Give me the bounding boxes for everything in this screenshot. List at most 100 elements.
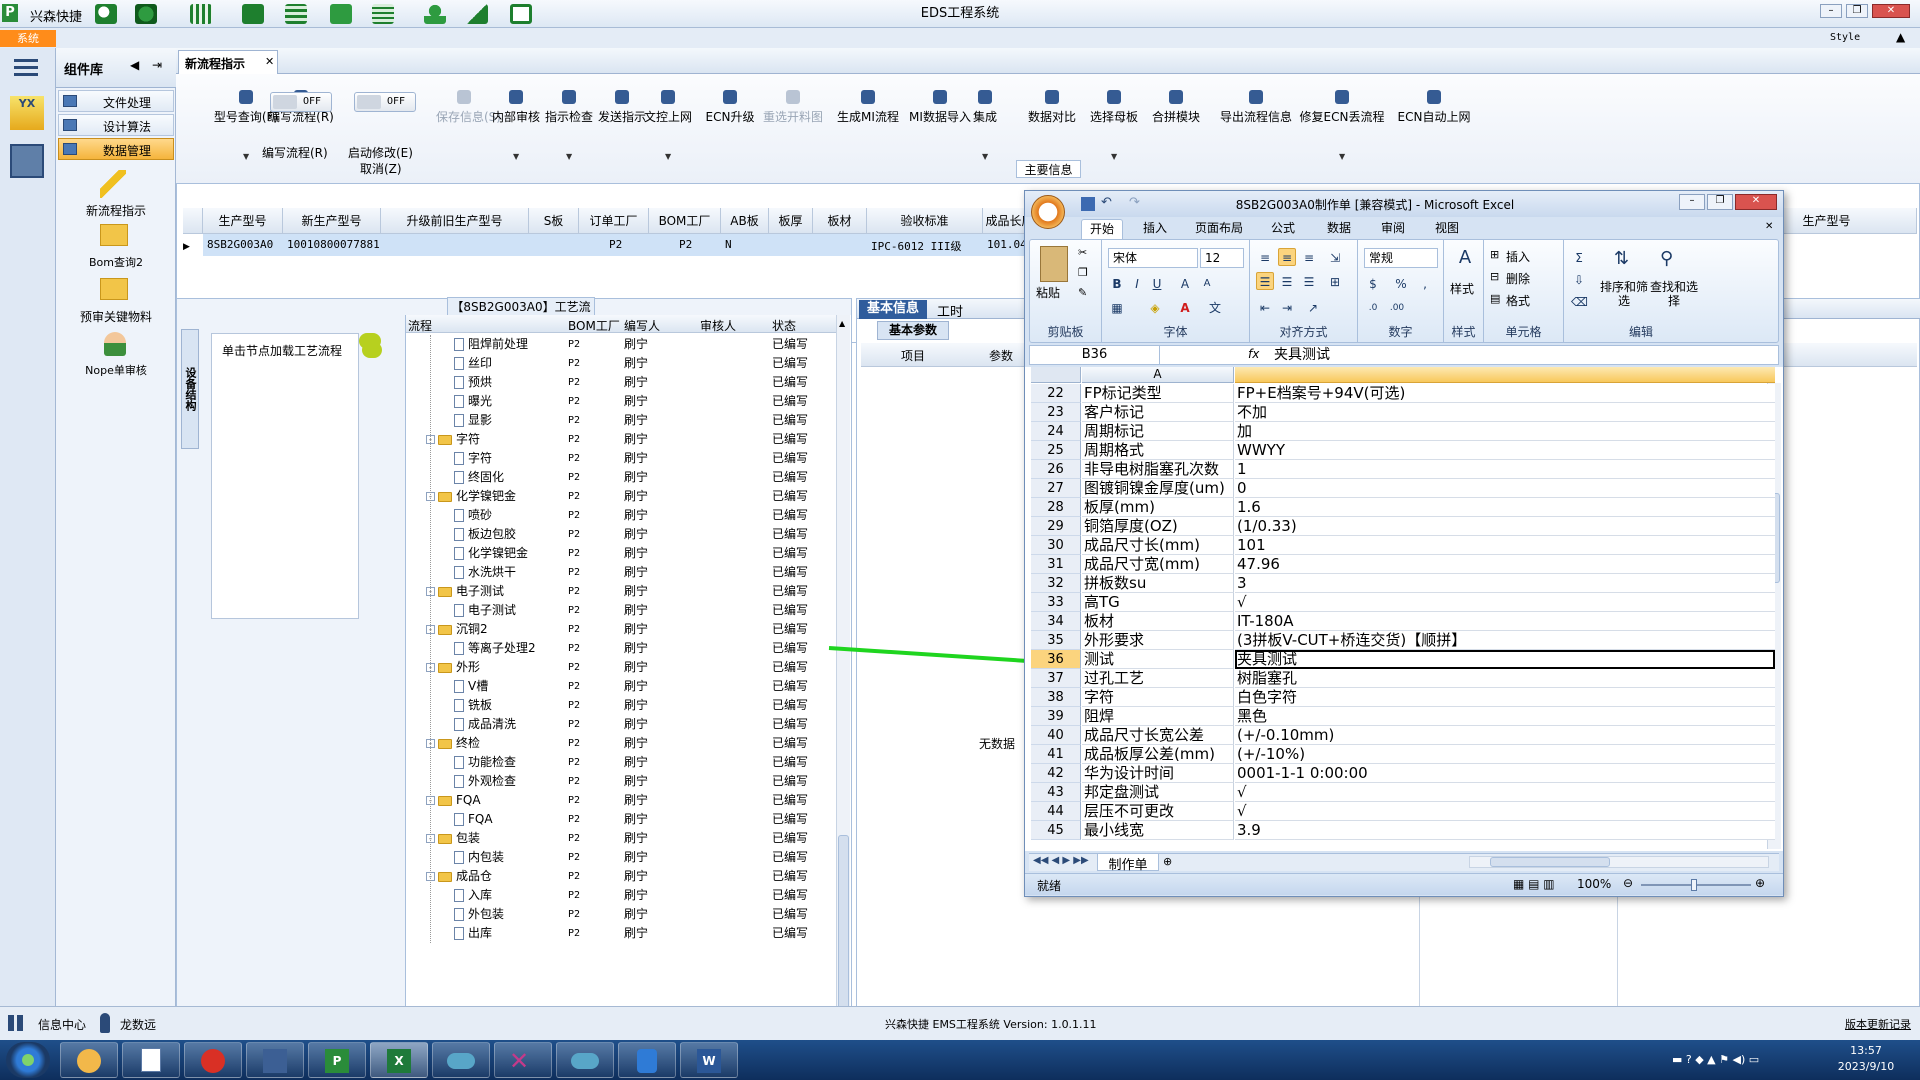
tree-scroll-thumb[interactable] (838, 835, 849, 1035)
cell-a[interactable]: 客户标记 (1082, 403, 1234, 422)
cell-a[interactable]: 周期格式 (1082, 441, 1234, 460)
list-item[interactable]: - 化学镍钯金 P2 刷宁 已编写 (406, 487, 836, 506)
close-button[interactable]: ✕ (1872, 4, 1910, 18)
name-box[interactable]: B36 (1030, 346, 1160, 364)
collapse-ribbon-icon[interactable]: ▲ (1896, 30, 1905, 44)
tool-bom-query[interactable]: Bom查询2 (56, 254, 176, 270)
list-item[interactable]: - 字符 P2 刷宁 已编写 (406, 430, 836, 449)
table-row[interactable]: 38 字符 白色字符 (1025, 688, 1783, 707)
list-item[interactable]: 字符 P2 刷宁 已编写 (406, 449, 836, 468)
table-row[interactable]: 23 客户标记 不加 (1025, 403, 1783, 422)
excel-tab[interactable]: 插入 (1135, 219, 1175, 239)
styles-icon[interactable]: A (1454, 248, 1476, 272)
row-number[interactable]: 33 (1031, 593, 1081, 612)
row-number[interactable]: 39 (1031, 707, 1081, 726)
row-number[interactable]: 30 (1031, 536, 1081, 555)
grid-header[interactable]: 新生产型号 (283, 208, 381, 234)
cell-a[interactable]: 字符 (1082, 688, 1234, 707)
list-item[interactable]: - 终检 P2 刷宁 已编写 (406, 734, 836, 753)
excel-window-close-icon[interactable]: ✕ (1765, 221, 1773, 232)
grid-header[interactable]: 订单工厂 (579, 208, 649, 234)
excel-close-button[interactable]: ✕ (1735, 194, 1777, 210)
cell-b[interactable]: 0001-1-1 0:00:00 (1235, 764, 1775, 783)
start-modify-toggle[interactable]: OFF (354, 92, 416, 112)
list-item[interactable]: V槽 P2 刷宁 已编写 (406, 677, 836, 696)
list-item[interactable]: 内包装 P2 刷宁 已编写 (406, 848, 836, 867)
list-item[interactable]: 化学镍钯金 P2 刷宁 已编写 (406, 544, 836, 563)
excel-tab[interactable]: 数据 (1319, 219, 1359, 239)
table-row[interactable]: 42 华为设计时间 0001-1-1 0:00:00 (1025, 764, 1783, 783)
styles-label[interactable]: 样式 (1450, 280, 1474, 297)
list-item[interactable]: 入库 P2 刷宁 已编写 (406, 886, 836, 905)
insert-cells-button[interactable]: 插入 (1506, 248, 1530, 265)
grid-header[interactable]: AB板 (721, 208, 769, 234)
nav-item-file[interactable]: 文件处理 (58, 90, 174, 112)
decrease-decimal-button[interactable]: .00 (1388, 298, 1406, 316)
machine-icon[interactable] (10, 144, 44, 178)
grid-header[interactable]: 升级前旧生产型号 (381, 208, 529, 234)
fill-color-button[interactable]: ◈ (1146, 298, 1164, 316)
row-number[interactable]: 42 (1031, 764, 1081, 783)
toolbar-button-16[interactable]: 合拼模块 (1146, 88, 1206, 172)
shrink-font-button[interactable]: A (1198, 274, 1216, 292)
cell-b[interactable]: √ (1235, 802, 1775, 821)
row-number[interactable]: 35 (1031, 631, 1081, 650)
row-number[interactable]: 32 (1031, 574, 1081, 593)
cell-b[interactable]: FP+E档案号+94V(可选) (1235, 384, 1775, 403)
cell-b[interactable]: 加 (1235, 422, 1775, 441)
toolbar-button-11[interactable]: 生成MI流程 (830, 88, 906, 172)
list-item[interactable]: 电子测试 P2 刷宁 已编写 (406, 601, 836, 620)
row-number[interactable]: 31 (1031, 555, 1081, 574)
decrease-indent-button[interactable]: ⇤ (1256, 298, 1274, 316)
dropdown-arrow-icon[interactable]: ▼ (1111, 152, 1117, 161)
row-number[interactable]: 40 (1031, 726, 1081, 745)
align-bottom-button[interactable]: ≡ (1300, 248, 1318, 266)
system-tab[interactable]: 系统 (0, 30, 56, 47)
cell-b[interactable]: √ (1235, 593, 1775, 612)
table-row[interactable]: 30 成品尺寸长(mm) 101 (1025, 536, 1783, 555)
list-item[interactable]: FQA P2 刷宁 已编写 (406, 810, 836, 829)
table-row[interactable]: 29 铜箔厚度(OZ) (1/0.33) (1025, 517, 1783, 536)
cell-a[interactable]: 过孔工艺 (1082, 669, 1234, 688)
col-param[interactable]: 参数 (989, 347, 1013, 364)
info-center-label[interactable]: 信息中心 (38, 1016, 86, 1033)
increase-indent-button[interactable]: ⇥ (1278, 298, 1296, 316)
list-item[interactable]: 终固化 P2 刷宁 已编写 (406, 468, 836, 487)
table-row[interactable]: 43 邦定盘测试 √ (1025, 783, 1783, 802)
bold-button[interactable]: B (1108, 274, 1126, 292)
side-tab-equipment[interactable]: 设备结构 (181, 329, 199, 449)
cell-a[interactable]: 外形要求 (1082, 631, 1234, 650)
excel-maximize-button[interactable]: ❐ (1707, 194, 1733, 210)
cell-a[interactable]: 图镀铜镍金厚度(um) (1082, 479, 1234, 498)
list-item[interactable]: - 外形 P2 刷宁 已编写 (406, 658, 836, 677)
list-item[interactable]: 成品清洗 P2 刷宁 已编写 (406, 715, 836, 734)
phonetic-button[interactable]: 文 (1206, 298, 1224, 316)
toolbar-button-13[interactable]: 集成 ▼ (962, 88, 1008, 172)
toolbar-button-15[interactable]: 选择母板 ▼ (1082, 88, 1146, 172)
tray-icons[interactable]: ▬ ? ◆ ▲ ⚑ ◀) ▭ (1672, 1053, 1759, 1066)
row-number[interactable]: 37 (1031, 669, 1081, 688)
orientation-button[interactable]: ↗ (1304, 298, 1322, 316)
find-select-button[interactable]: 查找和选择 (1648, 280, 1700, 308)
list-item[interactable]: 水洗烘干 P2 刷宁 已编写 (406, 563, 836, 582)
toolbar-button-5[interactable]: 内部审核 ▼ (488, 88, 544, 172)
row-number[interactable]: 34 (1031, 612, 1081, 631)
cell-a[interactable]: 成品尺寸长宽公差 (1082, 726, 1234, 745)
list-item[interactable]: - FQA P2 刷宁 已编写 (406, 791, 836, 810)
grid-header[interactable]: 生产型号 (203, 208, 283, 234)
zoom-level[interactable]: 100% (1577, 877, 1611, 891)
sheet-nav-icon[interactable]: ◀◀ ◀ ▶ ▶▶ (1033, 855, 1089, 866)
cell-a[interactable]: 成品板厚公差(mm) (1082, 745, 1234, 764)
pin-icon[interactable]: ⇥ (152, 58, 162, 72)
cell-b[interactable]: (3拼板V-CUT+桥连交货)【顺拼】 (1235, 631, 1775, 650)
formula-input[interactable]: 夹具测试 (1274, 346, 1330, 364)
start-button[interactable] (6, 1042, 50, 1078)
merge-button[interactable]: ⊞ (1326, 272, 1344, 290)
folder-icon[interactable] (100, 224, 128, 246)
header-flow[interactable]: 流程 (408, 317, 432, 334)
excel-tab[interactable]: 页面布局 (1187, 219, 1251, 239)
grid-header[interactable]: BOM工厂 (649, 208, 721, 234)
taskbar-app-notepad[interactable] (122, 1042, 180, 1078)
taskbar-app-save[interactable] (246, 1042, 304, 1078)
row-number[interactable]: 45 (1031, 821, 1081, 840)
